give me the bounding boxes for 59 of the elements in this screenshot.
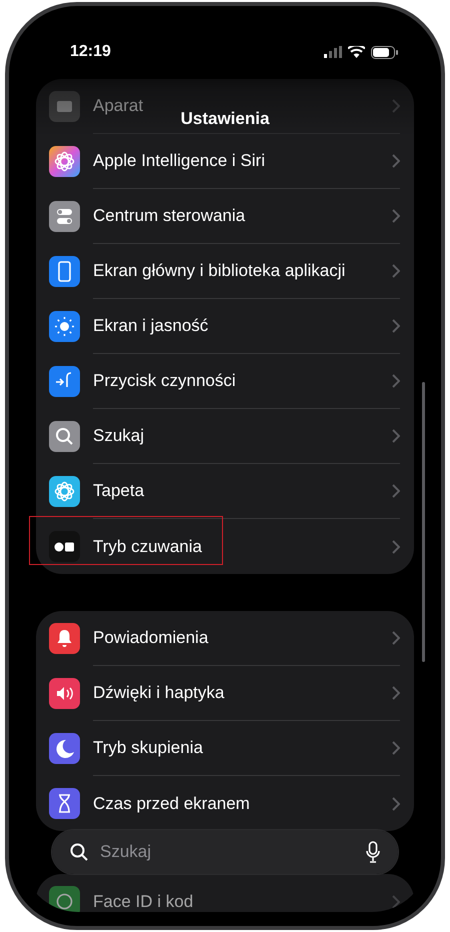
row-label: Dźwięki i haptyka [93,683,226,703]
toggles-icon [49,201,80,232]
settings-row[interactable]: Ekran główny i biblioteka aplikacji [36,244,414,299]
row-label: Aparat [93,96,144,116]
flower-icon [49,146,80,177]
sun-icon [49,311,80,342]
row-label: Ekran i jasność [93,316,210,336]
chevron-icon [392,686,400,700]
microphone-icon[interactable] [366,841,380,863]
chevron-icon [392,319,400,333]
row-label: Face ID i kod [93,892,194,912]
speaker-icon [49,678,80,709]
row-label: Tryb czuwania [93,536,203,556]
status-time: 12:19 [70,43,111,61]
settings-row[interactable]: Apple Intelligence i Siri [36,134,414,189]
signal-icon [324,46,342,58]
settings-row[interactable]: Tapeta [36,464,414,519]
settings-row[interactable]: Tryb czuwania [36,519,414,574]
chevron-icon [392,484,400,498]
row-label: Apple Intelligence i Siri [93,151,266,171]
row-label: Czas przed ekranem [93,794,251,814]
flower-icon [49,476,80,507]
row-label: Ekran główny i biblioteka aplikacji [93,261,346,281]
wifi-icon [348,46,365,58]
chevron-icon [392,631,400,645]
row-label: Tapeta [93,481,146,501]
chevron-icon [392,741,400,755]
chevron-icon [392,374,400,388]
settings-row[interactable]: Przycisk czynności [36,354,414,409]
bell-icon [49,623,80,654]
row-label: Centrum sterowania [93,206,246,226]
arrow-bracket-icon [49,366,80,397]
chevron-icon [392,894,400,908]
settings-row[interactable]: Powiadomienia [36,611,414,666]
search-bar[interactable]: Szukaj [52,830,398,874]
settings-row[interactable]: Szukaj [36,409,414,464]
chevron-icon [392,154,400,168]
row-label: Przycisk czynności [93,371,237,391]
hourglass-icon [49,788,80,819]
settings-row[interactable]: Czas przed ekranem [36,776,414,831]
chevron-icon [392,429,400,443]
search-icon [70,843,88,861]
screen-title: Ustawienia [180,109,270,129]
settings-row[interactable]: Centrum sterowania [36,189,414,244]
row-label: Powiadomienia [93,628,210,648]
settings-row[interactable]: Tryb skupienia [36,721,414,776]
chevron-icon [392,209,400,223]
settings-row[interactable]: Face ID i kod [36,874,414,912]
chevron-icon [392,796,400,810]
row-label: Tryb skupienia [93,738,204,758]
battery-icon [370,46,398,58]
moon-icon [49,733,80,764]
chevron-icon [392,264,400,278]
row-label: Szukaj [93,426,146,446]
search-field[interactable]: Szukaj [98,841,356,863]
chevron-icon [392,540,400,554]
settings-row[interactable]: Dźwięki i haptyka [36,666,414,721]
settings-row[interactable]: Ekran i jasność [36,299,414,354]
search-icon [49,421,80,452]
